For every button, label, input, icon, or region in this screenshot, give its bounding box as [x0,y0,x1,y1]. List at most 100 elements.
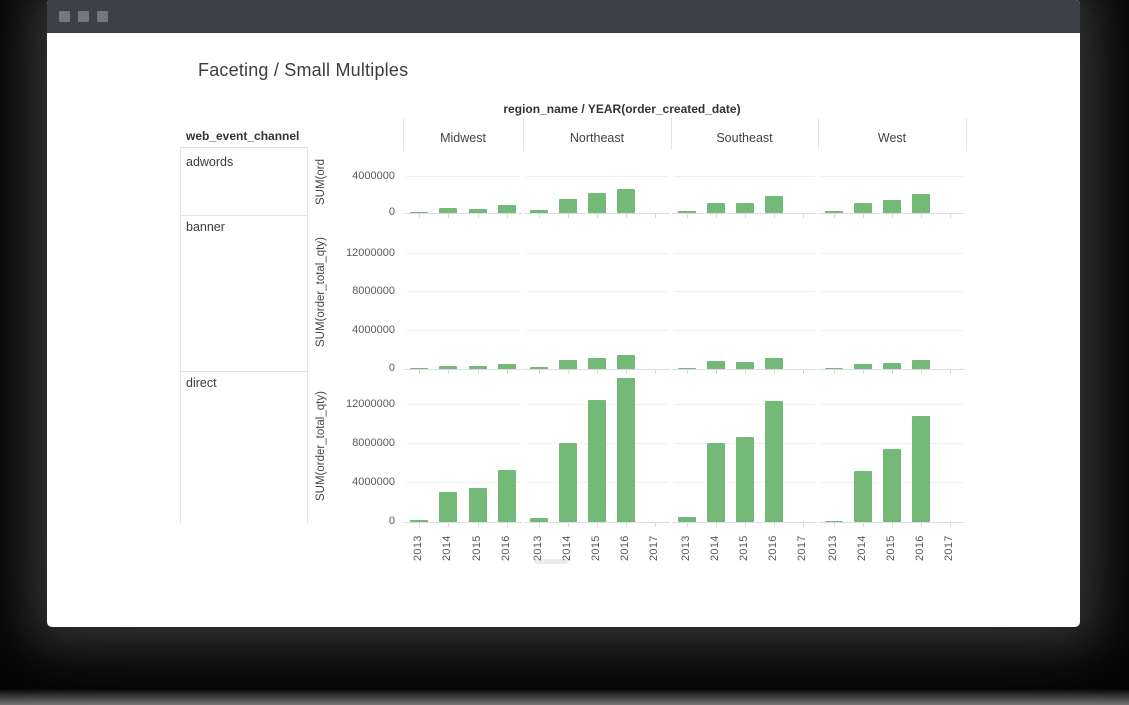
bar[interactable] [617,355,635,369]
x-tick-mark [950,523,951,527]
bar[interactable] [765,196,783,213]
x-tick-label: 2017 [943,529,955,561]
x-tick-label: 2015 [885,529,897,561]
row-divider [180,371,307,372]
facet-row-label: direct [186,376,217,390]
bar[interactable] [439,366,457,369]
bar[interactable] [678,517,696,522]
x-tick-mark [655,523,656,527]
y-tick-label: 4000000 [331,324,395,336]
facet-panel [819,371,965,523]
bar[interactable] [854,471,872,522]
x-tick-label: 2013 [680,529,692,561]
bar[interactable] [559,443,577,522]
bar[interactable] [825,521,843,523]
bar[interactable] [559,360,577,369]
bar[interactable] [410,212,428,214]
bar[interactable] [469,488,487,522]
bar[interactable] [410,368,428,370]
facet-column-header: West [818,131,966,145]
x-tick-label: 2014 [709,529,721,561]
bar[interactable] [912,360,930,369]
bar[interactable] [707,361,725,369]
x-tick-label: 2016 [914,529,926,561]
bar[interactable] [736,203,754,213]
bar[interactable] [765,401,783,522]
bar[interactable] [854,364,872,369]
facet-column-header: Midwest [403,131,523,145]
gridline [526,176,668,177]
x-tick-mark [892,523,893,527]
bar[interactable] [678,211,696,213]
bar[interactable] [825,368,843,370]
bar[interactable] [707,443,725,522]
facet-panel [524,215,670,370]
gridline [526,291,668,292]
bar[interactable] [559,199,577,213]
bar[interactable] [530,518,548,522]
y-tick-label: 0 [331,515,395,527]
facet-panel [404,215,522,370]
bar[interactable] [883,449,901,522]
bar[interactable] [707,203,725,213]
facet-row-axis-title: web_event_channel [186,129,299,143]
gridline [821,291,963,292]
facet-column-divider [966,118,967,150]
bar[interactable] [530,210,548,213]
y-tick-label: 0 [331,362,395,374]
x-tick-mark [539,523,540,527]
x-tick-mark [568,523,569,527]
x-tick-mark [687,523,688,527]
x-tick-label: 2017 [648,529,660,561]
row-label-column-border [307,147,308,524]
facet-panel [819,150,965,214]
x-tick-label: 2017 [796,529,808,561]
bar[interactable] [588,193,606,213]
bar[interactable] [410,520,428,522]
bar[interactable] [498,364,516,369]
gridline [821,330,963,331]
facet-panel [524,150,670,214]
bar[interactable] [469,209,487,214]
bar[interactable] [678,368,696,370]
gridline [406,176,520,177]
y-tick-label: 4000000 [331,170,395,182]
x-tick-label: 2013 [827,529,839,561]
bar[interactable] [498,470,516,522]
bar[interactable] [736,362,754,369]
bar[interactable] [439,492,457,522]
bar[interactable] [588,358,606,369]
bar[interactable] [617,189,635,213]
bar[interactable] [883,200,901,213]
bar[interactable] [498,205,516,213]
bar[interactable] [588,400,606,522]
bar[interactable] [736,437,754,522]
facet-column-header: Southeast [671,131,818,145]
y-tick-label: 4000000 [331,476,395,488]
bar[interactable] [765,358,783,369]
facet-column-header: Northeast [523,131,671,145]
bar[interactable] [469,366,487,369]
bar[interactable] [825,211,843,213]
x-tick-label: 2015 [590,529,602,561]
facet-panel [524,371,670,523]
bar[interactable] [617,378,635,522]
bar[interactable] [530,367,548,369]
gridline [821,404,963,405]
gridline [406,404,520,405]
gridline [406,443,520,444]
y-axis-title: SUM(order_total_qty) [313,371,329,522]
x-tick-mark [626,523,627,527]
x-tick-label: 2014 [561,529,573,561]
row-label-column-border [180,147,181,524]
bar[interactable] [912,416,930,522]
bar[interactable] [912,194,930,213]
bar[interactable] [439,208,457,213]
x-tick-mark [597,523,598,527]
y-axis-title: SUM(ord [313,150,329,213]
bar[interactable] [854,203,872,213]
bar[interactable] [883,363,901,369]
gridline [526,253,668,254]
facet-panel [404,150,522,214]
facet-panel [672,371,817,523]
